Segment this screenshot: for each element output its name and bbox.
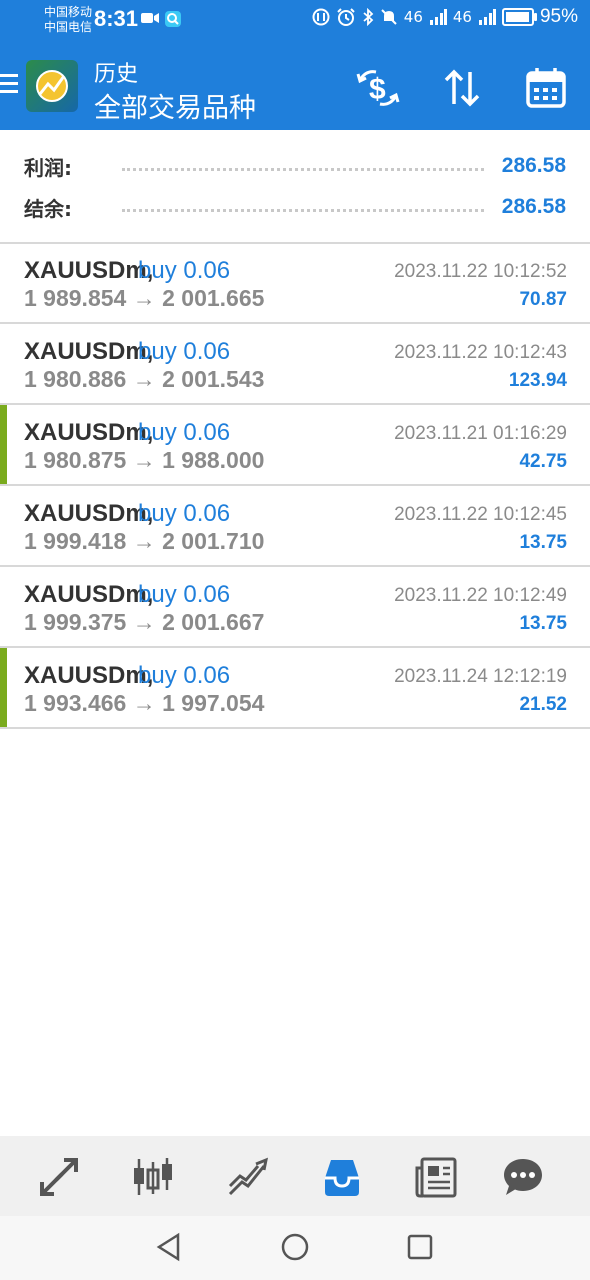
quotes-icon[interactable]	[38, 1156, 80, 1198]
battery-percent: 95%	[539, 6, 578, 27]
carrier-2: 中国电信	[44, 20, 93, 34]
signal-icon	[478, 9, 496, 25]
deal-side: buy 0.06	[138, 419, 231, 446]
sort-icon[interactable]	[438, 64, 486, 112]
deal-symbol: XAUUSDm,	[24, 500, 154, 527]
deal-profit: 21.52	[519, 694, 567, 715]
deal-time: 2023.11.22 10:12:45	[394, 504, 567, 525]
deal-profit: 13.75	[519, 532, 567, 553]
deal-prices: 1 999.418 → 2 001.710	[24, 528, 265, 554]
page-title: 历史	[94, 62, 139, 87]
deal-prices: 1 989.854 → 2 001.665	[24, 285, 265, 311]
video-icon	[141, 13, 159, 23]
bottom-tab-bar	[0, 1136, 590, 1216]
deal-symbol: XAUUSDm,	[24, 581, 154, 608]
dotted-leader	[122, 167, 484, 171]
deal-profit: 70.87	[519, 289, 567, 310]
deal-row[interactable]: XAUUSDm, buy 0.06 1 980.875 → 1 988.000 …	[0, 405, 590, 486]
deals-list: XAUUSDm, buy 0.06 1 989.854 → 2 001.665 …	[0, 243, 590, 729]
trade-icon[interactable]	[226, 1156, 268, 1198]
svg-text:$: $	[369, 73, 386, 106]
bluetooth-icon	[363, 8, 374, 26]
profit-row: 利润: 286.58	[24, 151, 566, 181]
recents-icon[interactable]	[405, 1232, 435, 1262]
deal-side: buy 0.06	[138, 662, 231, 689]
system-nav-bar	[0, 1216, 590, 1280]
menu-icon[interactable]	[0, 74, 18, 98]
deal-symbol: XAUUSDm,	[24, 419, 154, 446]
deal-prices: 1 999.375 → 2 001.667	[24, 609, 265, 635]
deal-row[interactable]: XAUUSDm, buy 0.06 1 980.886 → 2 001.543 …	[0, 324, 590, 405]
deal-row[interactable]: XAUUSDm, buy 0.06 1 999.375 → 2 001.667 …	[0, 567, 590, 648]
status-right-icons: 46 46 95%	[312, 6, 578, 28]
deal-row[interactable]: XAUUSDm, buy 0.06 1 999.418 → 2 001.710 …	[0, 486, 590, 567]
summary-panel: 利润: 286.58 结余: 286.58	[0, 130, 590, 244]
deal-symbol: XAUUSDm,	[24, 662, 154, 689]
alarm-icon	[337, 8, 355, 26]
back-icon[interactable]	[154, 1232, 184, 1262]
deal-time: 2023.11.24 12:12:19	[394, 666, 567, 687]
deal-row[interactable]: XAUUSDm, buy 0.06 1 989.854 → 2 001.665 …	[0, 243, 590, 324]
deal-time: 2023.11.22 10:12:52	[394, 261, 567, 282]
chat-icon[interactable]	[502, 1156, 544, 1198]
deal-symbol: XAUUSDm,	[24, 338, 154, 365]
balance-value: 286.58	[501, 195, 566, 218]
deal-profit: 123.94	[508, 370, 567, 391]
signal-icon	[429, 9, 447, 25]
deal-prices: 1 993.466 → 1 997.054	[24, 690, 265, 716]
deal-side: buy 0.06	[138, 500, 231, 527]
mute-icon	[381, 9, 397, 25]
deal-side: buy 0.06	[138, 338, 231, 365]
deal-profit: 13.75	[519, 613, 567, 634]
status-time: 8:31	[94, 6, 139, 31]
carrier-info: 中国移动 中国电信	[44, 5, 92, 35]
currency-exchange-icon[interactable]: $	[354, 64, 402, 112]
deal-side: buy 0.06	[138, 581, 231, 608]
chart-icon[interactable]	[132, 1156, 174, 1198]
symbol-filter[interactable]: 全部交易品种	[94, 86, 256, 125]
status-bar: 中国移动 中国电信 8:31 46 46 95%	[0, 0, 590, 40]
carrier-1: 中国移动	[44, 5, 93, 19]
balance-label: 结余:	[24, 196, 72, 221]
app-bar: 历史 全部交易品种 $	[0, 40, 590, 130]
deal-time: 2023.11.22 10:12:49	[394, 585, 567, 606]
deal-symbol: XAUUSDm,	[24, 257, 154, 284]
deal-time: 2023.11.22 10:12:43	[394, 342, 567, 363]
deal-time: 2023.11.21 01:16:29	[394, 423, 567, 444]
status-left-icons	[140, 10, 182, 28]
network-2: 46	[452, 8, 472, 26]
calendar-icon[interactable]	[522, 64, 570, 112]
balance-row: 结余: 286.58	[24, 192, 566, 222]
history-icon[interactable]	[321, 1156, 363, 1198]
search-app-icon	[165, 11, 181, 27]
profit-label: 利润:	[24, 155, 72, 180]
deal-side: buy 0.06	[138, 257, 231, 284]
data-saver-icon	[312, 8, 330, 26]
deal-row[interactable]: XAUUSDm, buy 0.06 1 993.466 → 1 997.054 …	[0, 648, 590, 729]
app-logo	[26, 60, 78, 112]
deal-prices: 1 980.875 → 1 988.000	[24, 447, 265, 473]
profit-value: 286.58	[501, 154, 566, 177]
news-icon[interactable]	[415, 1156, 457, 1198]
deal-prices: 1 980.886 → 2 001.543	[24, 366, 265, 392]
home-icon[interactable]	[280, 1232, 310, 1262]
network-1: 46	[403, 8, 423, 26]
deal-profit: 42.75	[519, 451, 567, 472]
battery-icon	[501, 8, 537, 26]
dotted-leader	[122, 208, 484, 212]
